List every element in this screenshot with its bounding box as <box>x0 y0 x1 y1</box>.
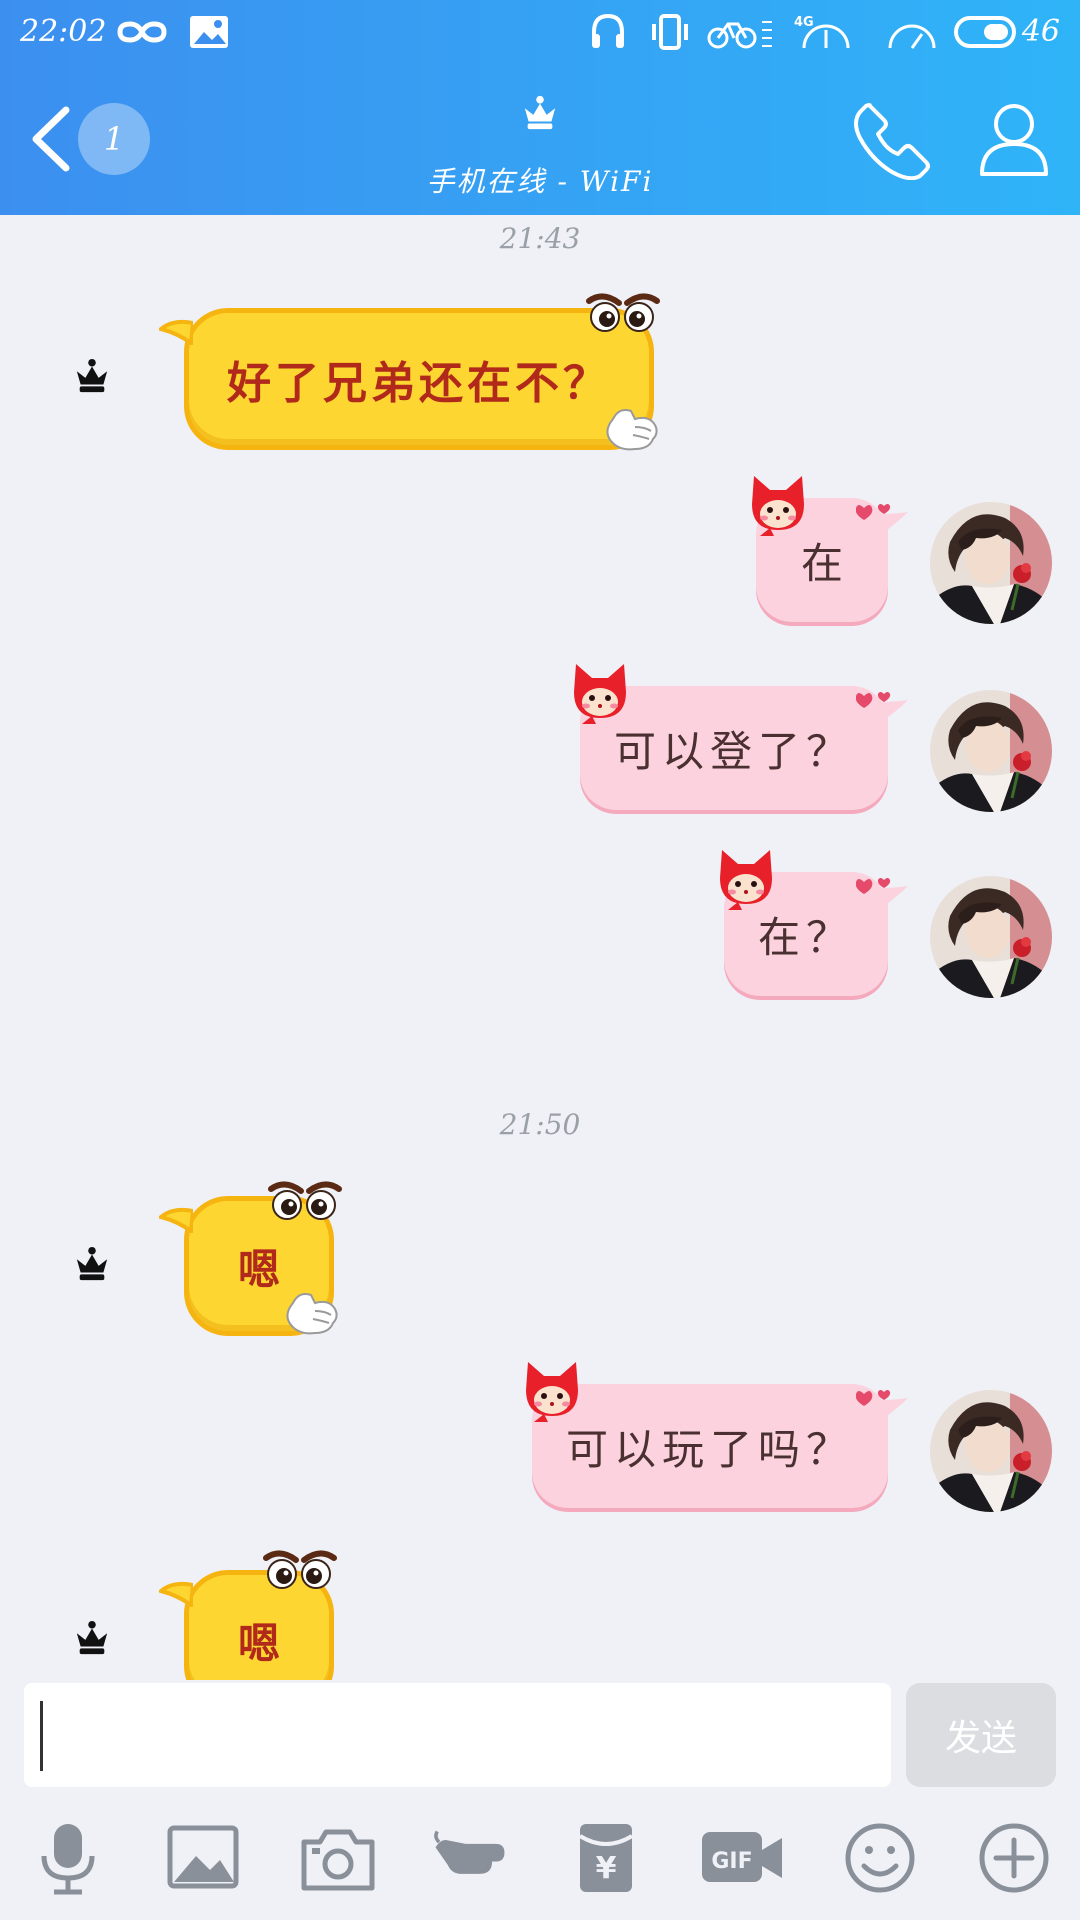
message-text: 好了兄弟还在不？ <box>227 358 611 409</box>
mic-icon[interactable] <box>30 1820 106 1896</box>
my-avatar[interactable] <box>930 690 1052 812</box>
hand-decoration-icon <box>605 405 661 451</box>
bubble-tail <box>159 1581 193 1607</box>
svg-text:¥: ¥ <box>596 1851 617 1886</box>
hand-decoration-icon <box>285 1289 341 1335</box>
image-icon[interactable] <box>166 1820 242 1896</box>
infinity-icon <box>117 21 167 43</box>
message-clip: 嗯 <box>150 1540 370 1680</box>
send-button[interactable]: 发送 <box>906 1683 1056 1787</box>
battery-level: 46 <box>1021 14 1060 49</box>
phone-icon[interactable] <box>852 100 932 180</box>
fox-decoration-icon <box>746 474 810 538</box>
emoji-icon[interactable] <box>842 1820 918 1896</box>
gallery-icon <box>190 16 228 48</box>
angry-eyes-decoration-icon <box>585 289 661 335</box>
message-bubble-received[interactable]: 好了兄弟还在不？ <box>159 308 654 450</box>
message-timestamp: 21:50 <box>499 1108 581 1141</box>
camera-icon[interactable] <box>300 1820 376 1896</box>
angry-eyes-decoration-icon <box>267 1177 343 1223</box>
vibrate-icon <box>652 14 688 50</box>
chat-header: 22:02 4G 46 1 手机在线 - WiFi <box>0 0 1080 215</box>
message-text: 在 <box>800 538 843 588</box>
message-text: 可以玩了吗？ <box>565 1424 854 1474</box>
svg-text:4G: 4G <box>794 15 814 30</box>
contact-avatar-crown-icon[interactable] <box>72 1246 112 1282</box>
signal-4g-icon: 4G <box>794 15 850 49</box>
message-text: 嗯 <box>237 1244 280 1294</box>
message-text: 嗯 <box>237 1618 280 1668</box>
message-bubble-sent[interactable]: 可以登了？ <box>580 686 908 810</box>
message-timestamp: 21:43 <box>499 222 581 255</box>
bicycle-icon <box>707 21 772 49</box>
back-icon[interactable] <box>28 104 78 174</box>
unread-badge[interactable]: 1 <box>78 103 150 175</box>
battery-icon <box>954 16 1016 48</box>
poke-icon[interactable] <box>432 1820 508 1896</box>
hearts-decoration-icon <box>856 874 896 898</box>
bubble-tail <box>159 1207 193 1233</box>
fox-decoration-icon <box>520 1360 584 1424</box>
gif-icon[interactable]: GIF <box>700 1820 784 1896</box>
fox-decoration-icon <box>568 662 632 726</box>
my-avatar[interactable] <box>930 1390 1052 1512</box>
text-cursor <box>40 1701 43 1771</box>
message-text: 可以登了？ <box>613 726 854 776</box>
headphone-icon <box>592 13 624 48</box>
message-bubble-sent[interactable]: 可以玩了吗？ <box>532 1384 908 1508</box>
bubble-tail <box>159 319 193 345</box>
contact-crown-icon <box>521 94 559 132</box>
hearts-decoration-icon <box>856 688 896 712</box>
angry-eyes-decoration-icon <box>262 1546 338 1592</box>
fox-decoration-icon <box>714 848 778 912</box>
my-avatar[interactable] <box>930 876 1052 998</box>
my-avatar[interactable] <box>930 502 1052 624</box>
status-time: 22:02 <box>20 14 107 49</box>
status-bar: 22:02 4G 46 <box>0 0 1080 66</box>
svg-text:GIF: GIF <box>711 1849 752 1874</box>
speed-gauge-icon <box>888 24 936 49</box>
message-bubble-sent[interactable]: 在？ <box>724 872 908 996</box>
red-packet-icon[interactable]: ¥ <box>568 1820 644 1896</box>
message-bubble-received[interactable]: 嗯 <box>159 1196 334 1336</box>
contact-avatar-crown-icon[interactable] <box>72 358 112 394</box>
hearts-decoration-icon <box>856 500 896 524</box>
plus-icon[interactable] <box>976 1820 1052 1896</box>
hearts-decoration-icon <box>856 1386 896 1410</box>
message-text: 在？ <box>757 912 854 962</box>
message-bubble-sent[interactable]: 在 <box>756 498 908 622</box>
profile-icon[interactable] <box>978 100 1050 180</box>
message-input[interactable] <box>24 1683 891 1787</box>
contact-avatar-crown-icon[interactable] <box>72 1620 112 1656</box>
online-status: 手机在线 - WiFi <box>426 165 654 198</box>
